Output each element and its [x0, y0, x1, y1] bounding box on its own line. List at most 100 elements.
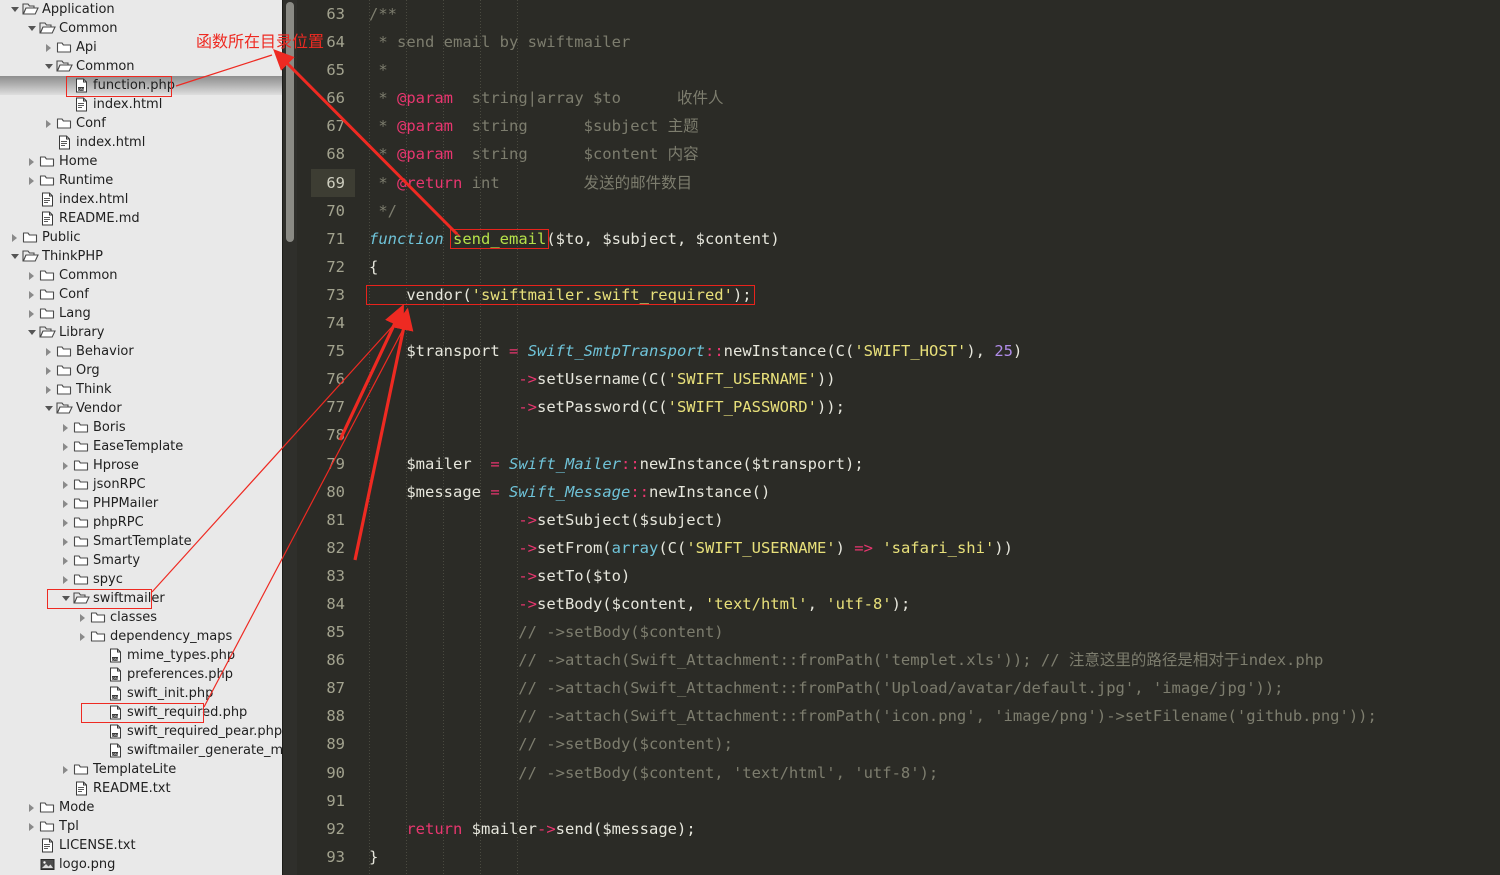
code-line-76[interactable]: 76 ->setUsername(C('SWIFT_USERNAME')) [311, 365, 1500, 393]
code-line-83[interactable]: 83 ->setTo($to) [311, 562, 1500, 590]
code-line-86[interactable]: 86 // ->attach(Swift_Attachment::fromPat… [311, 646, 1500, 674]
code-line-63[interactable]: 63 /** [311, 0, 1500, 28]
code-line-67[interactable]: 67 * @param string $subject 主题 [311, 112, 1500, 140]
tree-item-public[interactable]: Public [0, 228, 297, 247]
code-line-74[interactable]: 74 [311, 309, 1500, 337]
chevron-right-icon[interactable] [60, 418, 73, 437]
code-text[interactable]: // ->setBody($content, 'text/html', 'utf… [355, 759, 1500, 787]
sidebar-scrollbar-track[interactable] [282, 0, 297, 875]
code-text[interactable]: // ->attach(Swift_Attachment::fromPath('… [355, 674, 1500, 702]
code-text[interactable]: ->setTo($to) [355, 562, 1500, 590]
code-text[interactable]: * @param string $content 内容 [355, 140, 1500, 168]
code-text[interactable]: ->setBody($content, 'text/html', 'utf-8'… [355, 590, 1500, 618]
code-text[interactable]: // ->setBody($content) [355, 618, 1500, 646]
chevron-right-icon[interactable] [60, 437, 73, 456]
file-tree[interactable]: Application Common Api Common php function.ph… [0, 0, 297, 874]
code-text[interactable]: // ->attach(Swift_Attachment::fromPath('… [355, 646, 1500, 674]
code-text[interactable]: // ->setBody($content); [355, 730, 1500, 758]
tree-item-preferences-php[interactable]: php preferences.php [0, 665, 297, 684]
code-line-73[interactable]: 73 vendor('swiftmailer.swift_required'); [311, 281, 1500, 309]
tree-item-mode[interactable]: Mode [0, 798, 297, 817]
tree-item-runtime[interactable]: Runtime [0, 171, 297, 190]
code-text[interactable]: * @param string $subject 主题 [355, 112, 1500, 140]
chevron-right-icon[interactable] [26, 171, 39, 190]
tree-item-library[interactable]: Library [0, 323, 297, 342]
chevron-right-icon[interactable] [26, 817, 39, 836]
code-text[interactable]: /** [355, 0, 1500, 28]
tree-item-home[interactable]: Home [0, 152, 297, 171]
code-line-81[interactable]: 81 ->setSubject($subject) [311, 506, 1500, 534]
code-text[interactable]: ->setSubject($subject) [355, 506, 1500, 534]
chevron-right-icon[interactable] [77, 608, 90, 627]
code-text[interactable]: $mailer = Swift_Mailer::newInstance($tra… [355, 450, 1500, 478]
chevron-down-icon[interactable] [43, 57, 56, 76]
code-editor[interactable]: 63/** 64 * send email by swiftmailer 65 * 6… [311, 0, 1500, 875]
tree-item-index-html[interactable]: index.html [0, 190, 297, 209]
chevron-right-icon[interactable] [26, 798, 39, 817]
code-text[interactable]: */ [355, 197, 1500, 225]
code-text[interactable]: ->setFrom(array(C('SWIFT_USERNAME') => '… [355, 534, 1500, 562]
code-line-87[interactable]: 87 // ->attach(Swift_Attachment::fromPat… [311, 674, 1500, 702]
code-lines[interactable]: 63/** 64 * send email by swiftmailer 65 * 6… [311, 0, 1500, 871]
chevron-right-icon[interactable] [43, 361, 56, 380]
tree-item-function-php[interactable]: php function.php [0, 76, 297, 95]
tree-item-conf[interactable]: Conf [0, 285, 297, 304]
code-text[interactable]: function send_email($to, $subject, $cont… [355, 225, 1500, 253]
chevron-right-icon[interactable] [26, 304, 39, 323]
chevron-right-icon[interactable] [60, 760, 73, 779]
code-line-78[interactable]: 78 [311, 421, 1500, 449]
tree-item-behavior[interactable]: Behavior [0, 342, 297, 361]
chevron-right-icon[interactable] [60, 513, 73, 532]
code-text[interactable] [355, 309, 1500, 337]
tree-item-smarttemplate[interactable]: SmartTemplate [0, 532, 297, 551]
code-line-88[interactable]: 88 // ->attach(Swift_Attachment::fromPat… [311, 702, 1500, 730]
chevron-down-icon[interactable] [60, 589, 73, 608]
tree-item-conf[interactable]: Conf [0, 114, 297, 133]
tree-item-swift-required-php[interactable]: php swift_required.php [0, 703, 297, 722]
code-line-90[interactable]: 90 // ->setBody($content, 'text/html', '… [311, 759, 1500, 787]
tree-item-common[interactable]: Common [0, 57, 297, 76]
tree-item-templatelite[interactable]: TemplateLite [0, 760, 297, 779]
code-text[interactable]: ->setUsername(C('SWIFT_USERNAME')) [355, 365, 1500, 393]
chevron-right-icon[interactable] [26, 266, 39, 285]
tree-item-swift-required-pear-php[interactable]: php swift_required_pear.php [0, 722, 297, 741]
tree-item-application[interactable]: Application [0, 0, 297, 19]
chevron-right-icon[interactable] [60, 532, 73, 551]
sidebar-scrollbar-thumb[interactable] [286, 2, 294, 242]
code-text[interactable]: ->setPassword(C('SWIFT_PASSWORD')); [355, 393, 1500, 421]
chevron-down-icon[interactable] [9, 0, 22, 19]
chevron-right-icon[interactable] [60, 570, 73, 589]
code-text[interactable]: * @param string|array $to 收件人 [355, 84, 1500, 112]
code-line-77[interactable]: 77 ->setPassword(C('SWIFT_PASSWORD')); [311, 393, 1500, 421]
tree-item-license-txt[interactable]: LICENSE.txt [0, 836, 297, 855]
code-line-92[interactable]: 92 return $mailer->send($message); [311, 815, 1500, 843]
tree-item-smarty[interactable]: Smarty [0, 551, 297, 570]
code-text[interactable]: // ->attach(Swift_Attachment::fromPath('… [355, 702, 1500, 730]
chevron-right-icon[interactable] [43, 114, 56, 133]
tree-item-spyc[interactable]: spyc [0, 570, 297, 589]
chevron-right-icon[interactable] [60, 456, 73, 475]
tree-item-boris[interactable]: Boris [0, 418, 297, 437]
tree-item-index-html[interactable]: index.html [0, 95, 297, 114]
chevron-right-icon[interactable] [9, 228, 22, 247]
chevron-right-icon[interactable] [77, 627, 90, 646]
tree-item-phpmailer[interactable]: PHPMailer [0, 494, 297, 513]
code-line-82[interactable]: 82 ->setFrom(array(C('SWIFT_USERNAME') =… [311, 534, 1500, 562]
code-line-84[interactable]: 84 ->setBody($content, 'text/html', 'utf… [311, 590, 1500, 618]
code-line-64[interactable]: 64 * send email by swiftmailer [311, 28, 1500, 56]
code-text[interactable]: * @return int 发送的邮件数目 [355, 169, 1500, 197]
chevron-right-icon[interactable] [26, 285, 39, 304]
tree-item-vendor[interactable]: Vendor [0, 399, 297, 418]
tree-item-lang[interactable]: Lang [0, 304, 297, 323]
tree-item-think[interactable]: Think [0, 380, 297, 399]
tree-item-index-html[interactable]: index.html [0, 133, 297, 152]
chevron-right-icon[interactable] [60, 551, 73, 570]
code-line-70[interactable]: 70 */ [311, 197, 1500, 225]
code-line-91[interactable]: 91 [311, 787, 1500, 815]
tree-item-common[interactable]: Common [0, 266, 297, 285]
code-text[interactable]: $transport = Swift_SmtpTransport::newIns… [355, 337, 1500, 365]
code-text[interactable]: * [355, 56, 1500, 84]
chevron-down-icon[interactable] [26, 19, 39, 38]
tree-item-easetemplate[interactable]: EaseTemplate [0, 437, 297, 456]
chevron-right-icon[interactable] [60, 494, 73, 513]
